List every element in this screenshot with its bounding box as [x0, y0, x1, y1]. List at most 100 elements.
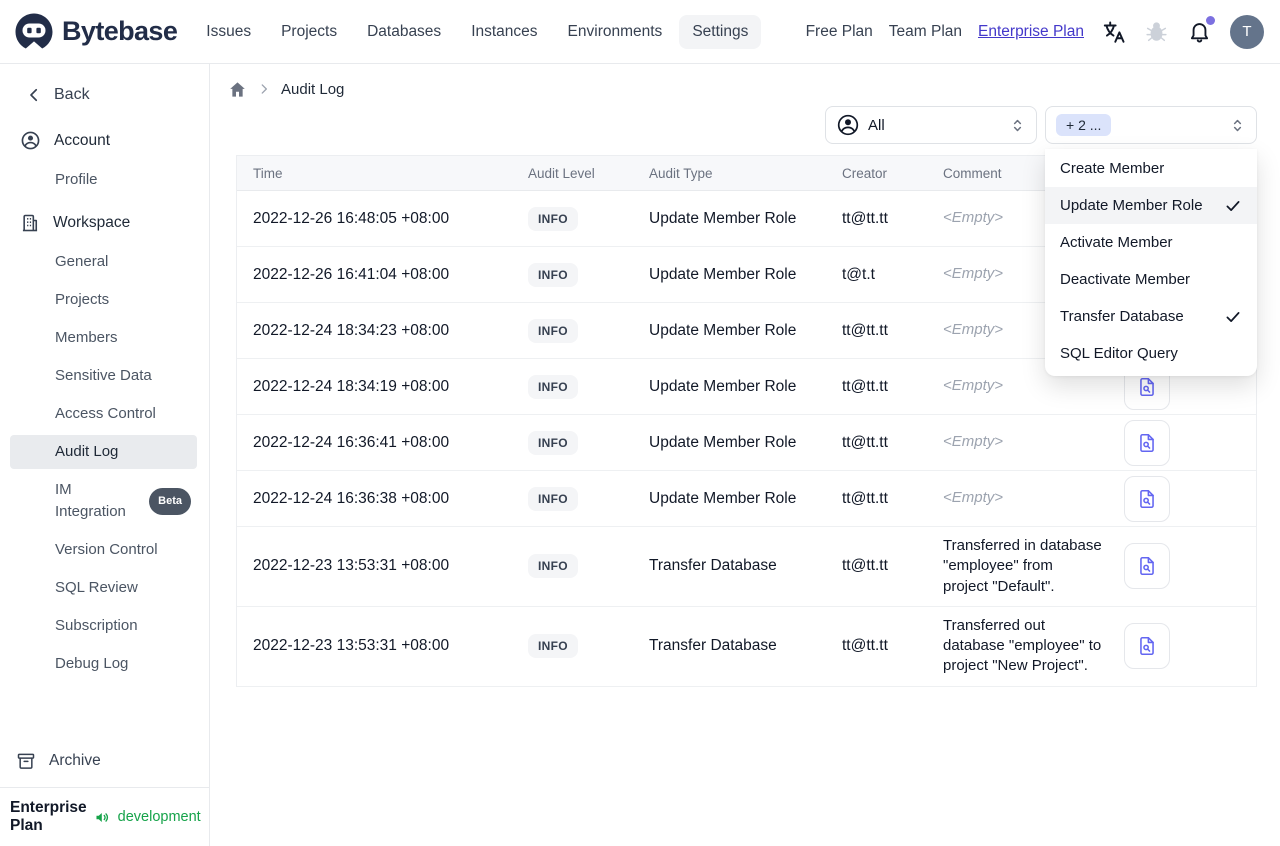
plan-link-free-plan[interactable]: Free Plan [806, 23, 873, 41]
nav-item-databases[interactable]: Databases [354, 15, 454, 49]
back-label: Back [54, 86, 90, 103]
audit-level-badge: INFO [528, 430, 578, 455]
notification-dot [1206, 15, 1215, 25]
view-detail-button[interactable] [1124, 419, 1170, 466]
back-button[interactable]: Back [0, 80, 209, 110]
file-search-icon [1136, 376, 1158, 398]
audit-level-cell: INFO [512, 310, 633, 352]
current-plan-label: Enterprise Plan [10, 799, 87, 834]
sidebar-item-audit-log[interactable]: Audit Log [10, 435, 197, 469]
audit-level-cell: INFO [512, 478, 633, 520]
sidebar-item-debug-log[interactable]: Debug Log [10, 647, 197, 681]
sidebar-groups: Account Profile Workspace General Projects Me… [0, 122, 209, 681]
nav-item-projects[interactable]: Projects [268, 15, 350, 49]
audit-level-cell: INFO [512, 545, 633, 587]
archive-icon [16, 751, 36, 771]
time-cell: 2022-12-23 13:53:31 +08:00 [253, 637, 450, 655]
nav-item-environments[interactable]: Environments [555, 15, 676, 49]
sidebar-item-general[interactable]: General [10, 245, 197, 279]
nav-right: Free Plan Team Plan Enterprise Plan T [806, 14, 1264, 49]
time-cell: 2022-12-26 16:41:04 +08:00 [253, 265, 450, 283]
audit-type-filter-select[interactable]: + 2 ... [1045, 106, 1257, 144]
file-search-icon [1136, 432, 1158, 454]
column-header-audit-level: Audit Level [528, 165, 595, 181]
creator-cell: tt@tt.tt [842, 637, 888, 655]
sidebar-item-version-control[interactable]: Version Control [10, 533, 197, 567]
menu-item-activate-member[interactable]: Activate Member [1045, 224, 1257, 261]
audit-type-filter-value: + 2 ... [1056, 114, 1112, 136]
creator-cell: tt@tt.tt [842, 209, 888, 227]
column-header-time: Time [253, 165, 283, 181]
nav-item-issues[interactable]: Issues [193, 15, 264, 49]
bytebase-logo[interactable]: Bytebase [14, 12, 178, 52]
audit-level-cell: INFO [512, 198, 633, 240]
comment-cell: <Empty> [943, 433, 1004, 451]
settings-sidebar: Back Account Profile Workspace General Proje… [0, 64, 210, 846]
plan-links: Free Plan Team Plan Enterprise Plan [806, 23, 1084, 41]
page-title: Audit Log [281, 80, 345, 98]
sidebar-group-label: Workspace [53, 214, 131, 231]
sidebar-item-archive[interactable]: Archive [0, 741, 209, 787]
menu-item-label: Update Member Role [1060, 197, 1203, 214]
home-icon[interactable] [228, 80, 247, 99]
nav-item-instances[interactable]: Instances [458, 15, 550, 49]
breadcrumb: Audit Log [210, 64, 1280, 100]
view-detail-button[interactable] [1124, 475, 1170, 522]
translate-icon[interactable] [1101, 19, 1127, 45]
sidebar-item-subscription[interactable]: Subscription [10, 609, 197, 643]
sidebar-item-profile[interactable]: Profile [10, 163, 197, 197]
sidebar-item-members[interactable]: Members [10, 321, 197, 355]
nav-item-settings[interactable]: Settings [679, 14, 762, 49]
avatar[interactable]: T [1230, 14, 1264, 49]
selector-chevrons-icon [1009, 117, 1026, 134]
plan-link-enterprise-plan[interactable]: Enterprise Plan [978, 23, 1084, 41]
plan-bar: Enterprise Plan development [0, 787, 209, 846]
view-detail-button[interactable] [1124, 623, 1170, 670]
bug-icon[interactable] [1144, 19, 1170, 45]
sidebar-item-label: SQL Review [55, 579, 138, 596]
actions-cell [1108, 623, 1256, 670]
sidebar-item-im-integration[interactable]: IM Integration Beta [10, 473, 197, 529]
menu-item-update-member-role[interactable]: Update Member Role [1045, 187, 1257, 224]
comment-cell: Transferred out database "employee" to p… [943, 616, 1102, 675]
audit-level-cell: INFO [512, 254, 633, 296]
sidebar-item-access-control[interactable]: Access Control [10, 397, 197, 431]
creator-filter-value: All [868, 116, 885, 134]
file-search-icon [1136, 635, 1158, 657]
time-cell: 2022-12-24 18:34:19 +08:00 [253, 377, 450, 395]
sidebar-item-label: Profile [55, 171, 98, 188]
creator-cell: t@t.t [842, 265, 875, 283]
column-header-creator: Creator [842, 165, 888, 181]
comment-cell: <Empty> [943, 489, 1004, 507]
menu-item-sql-editor-query[interactable]: SQL Editor Query [1045, 335, 1257, 372]
bell-icon[interactable] [1187, 15, 1215, 45]
creator-cell: tt@tt.tt [842, 433, 888, 451]
sidebar-item-projects[interactable]: Projects [10, 283, 197, 317]
check-icon [1224, 308, 1242, 326]
menu-item-deactivate-member[interactable]: Deactivate Member [1045, 261, 1257, 298]
time-cell: 2022-12-23 13:53:31 +08:00 [253, 557, 450, 575]
creator-cell: tt@tt.tt [842, 321, 888, 339]
plan-link-team-plan[interactable]: Team Plan [889, 23, 962, 41]
menu-item-label: Activate Member [1060, 234, 1173, 251]
sidebar-group-workspace: Workspace [0, 205, 209, 241]
sidebar-item-sql-review[interactable]: SQL Review [10, 571, 197, 605]
sidebar-item-label: Audit Log [55, 443, 119, 460]
actions-cell [1108, 419, 1256, 466]
audit-type-cell: Update Member Role [649, 489, 797, 507]
view-detail-button[interactable] [1124, 543, 1170, 590]
audit-level-badge: INFO [528, 486, 578, 511]
audit-log-page: Audit Log All + 2 ... Time Audit Level A… [210, 64, 1280, 846]
menu-item-label: Deactivate Member [1060, 271, 1191, 288]
creator-cell: tt@tt.tt [842, 489, 888, 507]
menu-item-transfer-database[interactable]: Transfer Database [1045, 298, 1257, 335]
creator-filter-select[interactable]: All [825, 106, 1037, 144]
actions-cell [1108, 543, 1256, 590]
menu-item-create-member[interactable]: Create Member [1045, 150, 1257, 187]
speaker-icon[interactable] [94, 809, 111, 826]
file-search-icon [1136, 488, 1158, 510]
user-circle-icon [20, 130, 41, 151]
audit-level-badge: INFO [528, 634, 578, 659]
sidebar-item-label: Subscription [55, 617, 138, 634]
sidebar-item-sensitive-data[interactable]: Sensitive Data [10, 359, 197, 393]
